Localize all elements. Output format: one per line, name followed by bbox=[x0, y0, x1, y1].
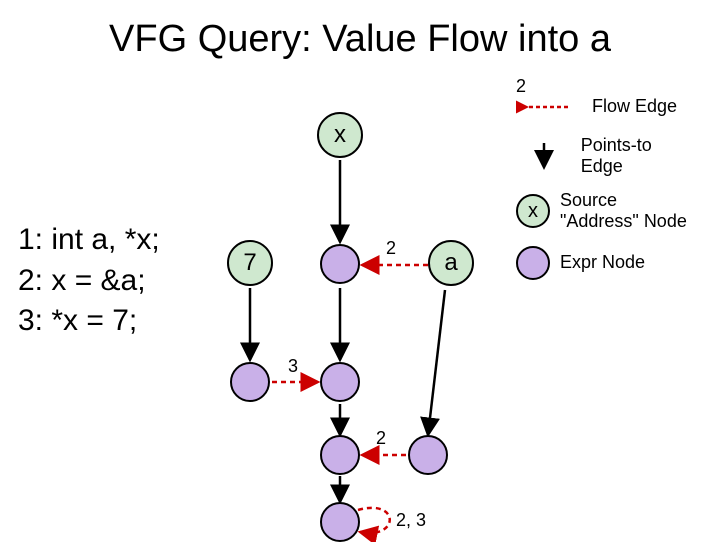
edge-label-bottom: 2, 3 bbox=[396, 510, 426, 531]
diagram-edges bbox=[210, 110, 530, 520]
node-7: 7 bbox=[227, 240, 273, 286]
edge-label-row4: 2 bbox=[376, 428, 386, 449]
edge-label-mid: 2 bbox=[386, 238, 396, 259]
page-title: VFG Query: Value Flow into a bbox=[0, 18, 720, 61]
node-7-label: 7 bbox=[243, 249, 256, 277]
legend-source-node: x Source "Address" Node bbox=[516, 190, 696, 231]
legend: 2 Flow Edge Points-to Edge x Source "Add… bbox=[516, 90, 696, 294]
node-x: x bbox=[317, 112, 363, 158]
vfg-diagram: x 7 a 2 3 2 2, 3 bbox=[210, 110, 530, 520]
legend-expr-node: Expr Node bbox=[516, 246, 696, 280]
legend-source-node-label: Source "Address" Node bbox=[560, 190, 696, 231]
legend-points-to: Points-to Edge bbox=[516, 135, 696, 176]
code-line-3: 3: *x = 7; bbox=[18, 301, 160, 342]
code-block: 1: int a, *x; 2: x = &a; 3: *x = 7; bbox=[18, 220, 160, 342]
legend-points-to-label: Points-to Edge bbox=[581, 135, 696, 176]
expr-node-bottom bbox=[320, 502, 360, 542]
code-line-2: 2: x = &a; bbox=[18, 261, 160, 302]
expr-node-row3-center bbox=[320, 362, 360, 402]
legend-flow-edge-label: Flow Edge bbox=[592, 96, 677, 117]
code-line-1: 1: int a, *x; bbox=[18, 220, 160, 261]
node-a-label: a bbox=[444, 249, 457, 277]
expr-node-row2 bbox=[320, 244, 360, 284]
expr-node-row3-left bbox=[230, 362, 270, 402]
expr-node-row4-right bbox=[408, 435, 448, 475]
edge-label-3: 3 bbox=[288, 356, 298, 377]
legend-expr-node-label: Expr Node bbox=[560, 252, 645, 273]
node-a: a bbox=[428, 240, 474, 286]
node-x-label: x bbox=[334, 121, 346, 149]
legend-flow-edge: 2 Flow Edge bbox=[516, 96, 696, 117]
expr-node-row4-center bbox=[320, 435, 360, 475]
legend-flow-edge-num: 2 bbox=[516, 76, 526, 97]
